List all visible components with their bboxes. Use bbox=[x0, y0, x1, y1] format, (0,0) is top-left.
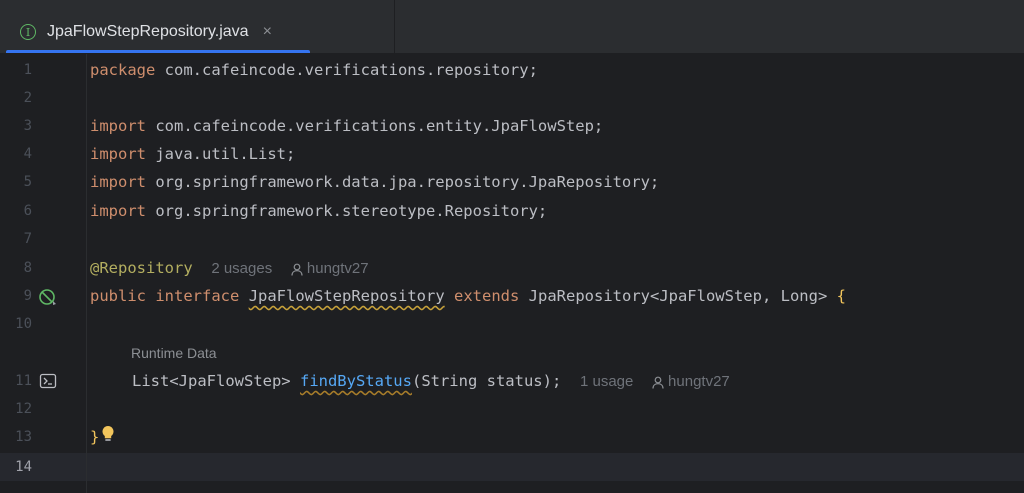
keyword: import bbox=[90, 202, 146, 220]
keyword: import bbox=[90, 117, 146, 135]
code-line-9: public interface JpaFlowStepRepository e… bbox=[90, 282, 846, 310]
person-icon bbox=[652, 376, 664, 389]
editor-tab-bar: I JpaFlowStepRepository.java × bbox=[0, 0, 1024, 54]
keyword: extends bbox=[454, 287, 520, 305]
annotation: @Repository bbox=[90, 259, 193, 277]
interface-name: JpaFlowStepRepository bbox=[248, 287, 445, 305]
interface-icon: I bbox=[20, 24, 36, 40]
line-number: 5 bbox=[23, 174, 32, 190]
line-number: 13 bbox=[15, 429, 32, 445]
runtime-data-label[interactable]: Runtime Data bbox=[131, 339, 217, 367]
keyword: interface bbox=[155, 287, 240, 305]
author-inlay[interactable]: hungtv27 bbox=[652, 373, 730, 390]
import-path: java.util.List; bbox=[146, 145, 296, 163]
author-name: hungtv27 bbox=[306, 260, 369, 277]
active-tab-indicator bbox=[6, 50, 310, 53]
keyword: package bbox=[90, 61, 156, 79]
tab-divider bbox=[394, 0, 395, 54]
gutter-separator bbox=[86, 54, 87, 493]
param-name: status bbox=[477, 372, 543, 390]
line-number-current: 14 bbox=[15, 459, 32, 475]
no-implementations-icon[interactable] bbox=[38, 288, 58, 306]
code-line-5: import org.springframework.data.jpa.repo… bbox=[90, 168, 659, 196]
line-number: 11 bbox=[15, 373, 32, 389]
line-number: 12 bbox=[15, 401, 32, 417]
method-name: findByStatus bbox=[299, 372, 412, 390]
line-number: 8 bbox=[23, 260, 32, 276]
code-line-6: import org.springframework.stereotype.Re… bbox=[90, 197, 547, 225]
close-icon[interactable]: × bbox=[263, 23, 272, 41]
current-line-highlight bbox=[0, 453, 1024, 481]
param-type: String bbox=[421, 372, 478, 390]
line-number: 10 bbox=[15, 316, 32, 332]
code-line-1: package com.cafeincode.verifications.rep… bbox=[90, 56, 538, 84]
code-line-11: List<JpaFlowStep> findByStatus(String st… bbox=[132, 367, 730, 396]
supertype: JpaRepository<JpaFlowStep, Long> bbox=[528, 287, 828, 305]
run-query-icon[interactable] bbox=[39, 373, 57, 389]
paren-close: ); bbox=[542, 372, 562, 390]
keyword: public bbox=[90, 287, 146, 305]
keyword: import bbox=[90, 145, 146, 163]
import-path: org.springframework.stereotype.Repositor… bbox=[146, 202, 548, 220]
return-type: List<JpaFlowStep> bbox=[132, 372, 291, 390]
lightbulb-icon[interactable] bbox=[101, 424, 115, 452]
line-number: 7 bbox=[23, 231, 32, 247]
import-path: org.springframework.data.jpa.repository.… bbox=[146, 173, 660, 191]
code-line-8: @Repository 2 usages hungtv27 bbox=[90, 254, 369, 283]
close-brace: } bbox=[90, 428, 100, 446]
paren-open: ( bbox=[411, 372, 422, 390]
code-line-3: import com.cafeincode.verifications.enti… bbox=[90, 112, 603, 140]
code-editor[interactable]: 1 2 3 4 5 6 7 8 9 10 11 12 13 14 package… bbox=[0, 54, 1024, 493]
open-brace: { bbox=[836, 287, 846, 305]
tab-jpaflowsteprepository[interactable]: I JpaFlowStepRepository.java × bbox=[6, 10, 310, 54]
line-number: 4 bbox=[23, 146, 32, 162]
line-number: 6 bbox=[23, 203, 32, 219]
line-number: 2 bbox=[23, 90, 32, 106]
code-line-13: } bbox=[90, 423, 115, 452]
author-name: hungtv27 bbox=[668, 373, 730, 390]
person-icon bbox=[291, 263, 303, 276]
line-number: 1 bbox=[23, 62, 32, 78]
keyword: import bbox=[90, 173, 146, 191]
import-path: com.cafeincode.verifications.entity.JpaF… bbox=[146, 117, 604, 135]
author-inlay[interactable]: hungtv27 bbox=[291, 260, 369, 277]
package-name: com.cafeincode.verifications.repository; bbox=[155, 61, 538, 79]
usages-inlay[interactable]: 1 usage bbox=[580, 373, 633, 390]
usages-inlay[interactable]: 2 usages bbox=[211, 260, 272, 277]
line-number: 3 bbox=[23, 118, 32, 134]
code-line-4: import java.util.List; bbox=[90, 140, 295, 168]
line-number: 9 bbox=[23, 288, 32, 304]
tab-label: JpaFlowStepRepository.java bbox=[47, 23, 249, 40]
